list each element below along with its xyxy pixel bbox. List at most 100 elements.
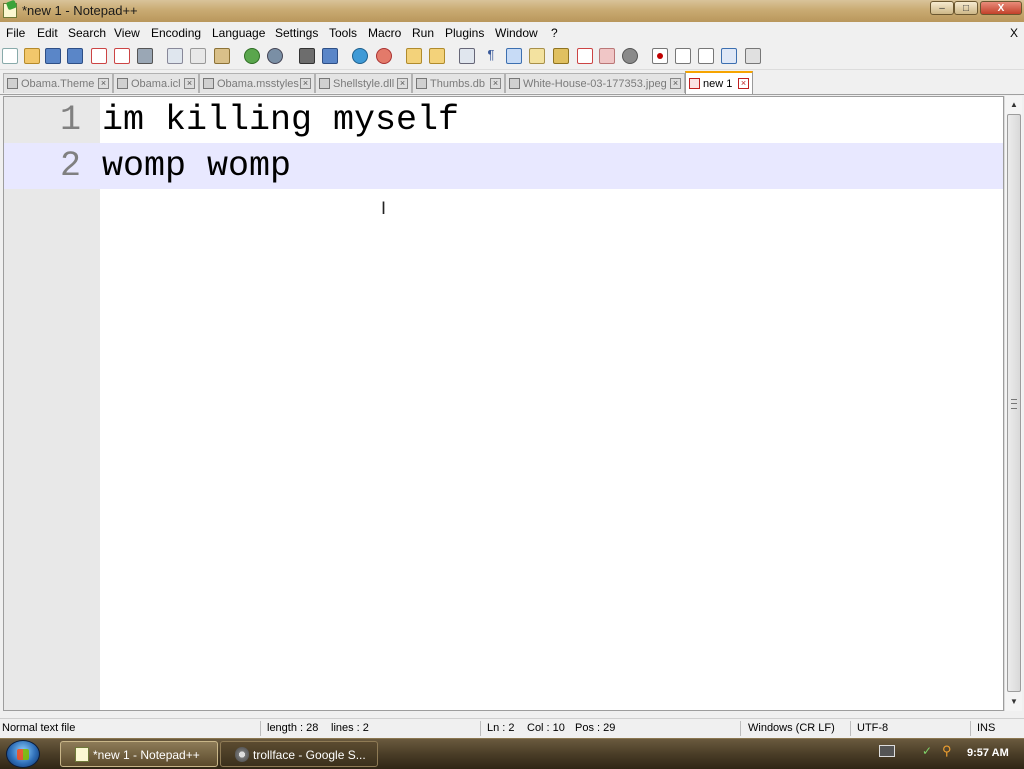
vertical-scrollbar[interactable]: ▲ ▼ xyxy=(1004,96,1022,711)
tab-obama-msstyles[interactable]: Obama.msstyles × xyxy=(199,73,315,93)
title-bar[interactable]: *new 1 - Notepad++ ‒ □ X xyxy=(0,0,1024,23)
notepad-plus-plus-app-icon[interactable] xyxy=(3,3,17,18)
run-macro-multiple-icon[interactable] xyxy=(721,48,737,64)
network-icon[interactable]: ✓ xyxy=(922,744,938,758)
tab-close-icon[interactable]: × xyxy=(184,78,195,89)
tab-label: White-House-03-177353.jpeg xyxy=(523,78,667,90)
replace-icon[interactable] xyxy=(322,48,338,64)
find-icon[interactable] xyxy=(299,48,315,64)
indent-guide-icon[interactable] xyxy=(506,48,522,64)
scrollbar-thumb[interactable] xyxy=(1007,114,1021,692)
start-button[interactable] xyxy=(6,740,40,768)
function-list-icon[interactable] xyxy=(577,48,593,64)
document-tab-bar: Obama.Theme × Obama.icl × Obama.msstyles… xyxy=(0,70,1024,95)
folder-workspace-icon[interactable] xyxy=(599,48,615,64)
monitoring-icon[interactable] xyxy=(622,48,638,64)
text-editor[interactable]: 1 im killing myself 2 womp womp I xyxy=(3,96,1004,711)
tab-close-icon[interactable]: × xyxy=(738,78,749,89)
status-col: Col : 10 xyxy=(527,722,565,734)
taskbar-item-chrome[interactable]: trollface - Google S... xyxy=(220,741,378,767)
search-icon[interactable]: ⚲ xyxy=(942,743,958,759)
minimize-button[interactable]: ‒ xyxy=(930,1,954,15)
tab-obama-theme[interactable]: Obama.Theme × xyxy=(3,73,113,93)
redo-icon[interactable] xyxy=(267,48,283,64)
menu-file[interactable]: File xyxy=(6,26,25,40)
status-pos: Pos : 29 xyxy=(575,722,616,734)
word-wrap-icon[interactable] xyxy=(459,48,475,64)
tab-close-icon[interactable]: × xyxy=(397,78,408,89)
copy-icon[interactable] xyxy=(190,48,206,64)
tab-white-house-jpeg[interactable]: White-House-03-177353.jpeg × xyxy=(505,73,685,93)
line-number: 2 xyxy=(59,146,81,186)
undo-icon[interactable] xyxy=(244,48,260,64)
tab-close-icon[interactable]: × xyxy=(670,78,681,89)
menu-macro[interactable]: Macro xyxy=(368,26,401,40)
menu-encoding[interactable]: Encoding xyxy=(151,26,201,40)
file-icon xyxy=(416,78,427,89)
unsaved-file-icon xyxy=(689,78,700,89)
menu-tools[interactable]: Tools xyxy=(329,26,357,40)
line-number: 1 xyxy=(59,100,81,140)
status-divider xyxy=(480,721,481,736)
close-all-icon[interactable] xyxy=(114,48,130,64)
line-text[interactable]: im killing myself xyxy=(102,97,459,143)
scroll-up-arrow-icon[interactable]: ▲ xyxy=(1007,98,1021,112)
menu-settings[interactable]: Settings xyxy=(275,26,318,40)
menu-search[interactable]: Search xyxy=(68,26,106,40)
menu-run[interactable]: Run xyxy=(412,26,434,40)
close-document-button[interactable]: X xyxy=(1010,26,1018,40)
taskbar-item-label: *new 1 - Notepad++ xyxy=(93,748,200,762)
tab-obama-icl[interactable]: Obama.icl × xyxy=(113,73,199,93)
status-insert-mode: INS xyxy=(977,722,996,734)
save-icon[interactable] xyxy=(45,48,61,64)
tab-close-icon[interactable]: × xyxy=(98,78,109,89)
menu-help[interactable]: ? xyxy=(551,26,558,40)
close-window-button[interactable]: X xyxy=(980,1,1022,15)
stop-record-icon[interactable] xyxy=(675,48,691,64)
status-file-type: Normal text file xyxy=(2,722,76,734)
status-divider xyxy=(740,721,741,736)
print-icon[interactable] xyxy=(137,48,153,64)
status-divider xyxy=(850,721,851,736)
notepad-plus-plus-icon xyxy=(75,747,89,762)
save-macro-icon[interactable] xyxy=(745,48,761,64)
editor-line[interactable]: 1 im killing myself xyxy=(4,97,1003,143)
menu-window[interactable]: Window xyxy=(495,26,538,40)
play-macro-icon[interactable] xyxy=(698,48,714,64)
sync-vertical-icon[interactable] xyxy=(406,48,422,64)
taskbar-item-notepad[interactable]: *new 1 - Notepad++ xyxy=(60,741,218,767)
open-file-icon[interactable] xyxy=(24,48,40,64)
editor-line-current[interactable]: 2 womp womp xyxy=(4,143,1003,189)
paste-icon[interactable] xyxy=(214,48,230,64)
file-icon xyxy=(319,78,330,89)
file-icon xyxy=(7,78,18,89)
zoom-out-icon[interactable] xyxy=(376,48,392,64)
menu-view[interactable]: View xyxy=(114,26,140,40)
zoom-in-icon[interactable] xyxy=(352,48,368,64)
tab-shellstyle-dll[interactable]: Shellstyle.dll × xyxy=(315,73,412,93)
sync-horizontal-icon[interactable] xyxy=(429,48,445,64)
new-file-icon[interactable] xyxy=(2,48,18,64)
status-length: length : 28 xyxy=(267,722,319,734)
close-icon[interactable] xyxy=(91,48,107,64)
tab-thumbs-db[interactable]: Thumbs.db × xyxy=(412,73,505,93)
tab-new-1[interactable]: new 1 × xyxy=(685,71,753,94)
user-lang-icon[interactable] xyxy=(529,48,545,64)
tab-close-icon[interactable]: × xyxy=(490,78,501,89)
window-title: *new 1 - Notepad++ xyxy=(22,3,138,18)
maximize-button[interactable]: □ xyxy=(954,1,978,15)
show-all-chars-icon[interactable]: ¶ xyxy=(483,48,499,64)
record-macro-icon[interactable] xyxy=(652,48,668,64)
cut-icon[interactable] xyxy=(167,48,183,64)
line-text[interactable]: womp womp xyxy=(102,143,291,189)
menu-language[interactable]: Language xyxy=(212,26,265,40)
save-all-icon[interactable] xyxy=(67,48,83,64)
scroll-down-arrow-icon[interactable]: ▼ xyxy=(1007,695,1021,709)
scrollbar-grip-icon xyxy=(1011,399,1017,409)
menu-plugins[interactable]: Plugins xyxy=(445,26,484,40)
menu-edit[interactable]: Edit xyxy=(37,26,58,40)
doc-map-icon[interactable] xyxy=(553,48,569,64)
tab-close-icon[interactable]: × xyxy=(300,78,311,89)
system-clock[interactable]: 9:57 AM xyxy=(967,747,1009,759)
keyboard-layout-icon[interactable] xyxy=(879,745,895,757)
